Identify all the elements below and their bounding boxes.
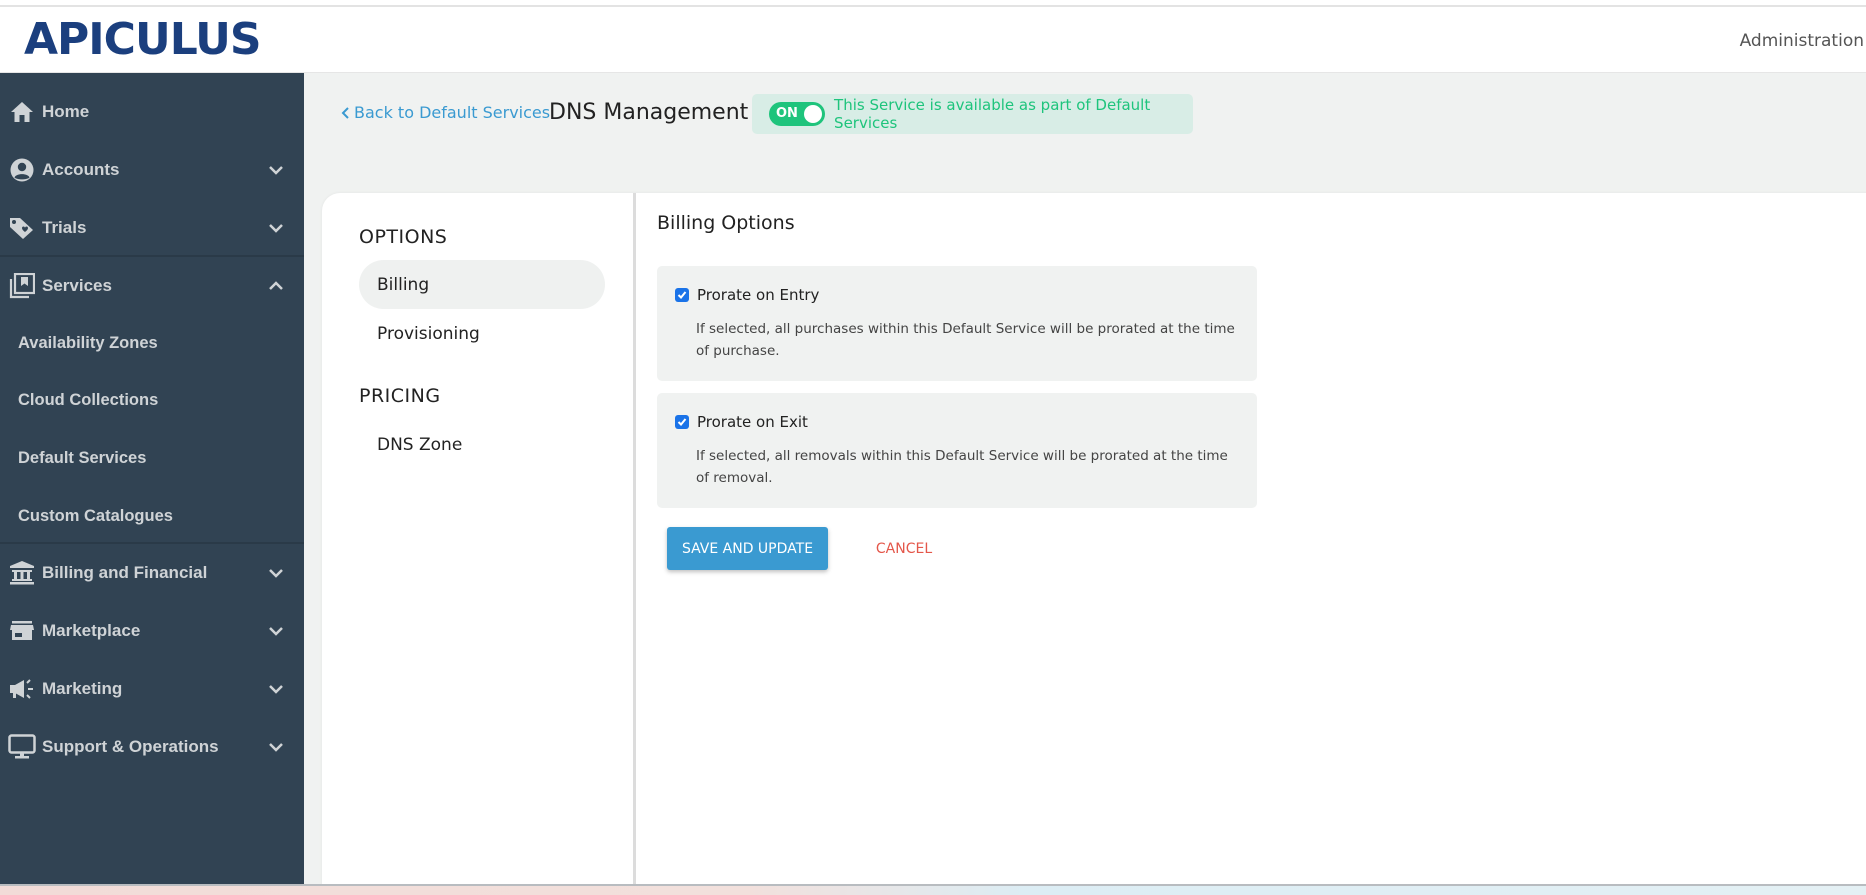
checkmark-icon [677,291,687,299]
prorate-on-exit-description: If selected, all removals within this De… [696,448,1228,486]
save-and-update-button[interactable]: SAVE AND UPDATE [667,527,828,570]
prorate-on-entry-option: Prorate on Entry If selected, all purcha… [657,266,1257,381]
tag-heart-icon [8,214,36,242]
sidebar-item-services[interactable]: Services [0,257,304,315]
sidebar-item-billing-and-financial[interactable]: Billing and Financial [0,544,304,602]
sidebar-item-label: Marketplace [42,621,141,640]
apiculus-logo[interactable]: APICULUS [24,17,262,63]
billing-options-title: Billing Options [657,212,795,234]
options-panel: OPTIONS Billing Provisioning PRICING DNS… [322,193,636,893]
os-taskbar-strip [0,884,1866,895]
checkmark-icon [677,418,687,426]
sidebar-item-label: Services [42,276,112,295]
back-link-label: Back to Default Services [354,103,551,122]
sidebar-item-label: Support & Operations [42,737,219,756]
back-to-default-services-link[interactable]: Back to Default Services [340,103,550,122]
chevron-down-icon [269,743,283,752]
toggle-label: ON [776,106,798,121]
chevron-down-icon [269,569,283,578]
window-top-border [0,0,1866,7]
megaphone-icon [8,675,36,703]
prorate-on-entry-description: If selected, all purchases within this D… [696,321,1235,359]
sidebar-subitem-availability-zones[interactable]: Availability Zones [18,334,158,353]
sidebar-item-marketplace[interactable]: Marketplace [0,602,304,660]
cancel-button[interactable]: CANCEL [859,527,949,570]
sidebar-item-accounts[interactable]: Accounts [0,141,304,199]
service-availability-toggle[interactable]: ON [769,102,826,126]
store-icon [8,617,36,645]
sidebar-item-label: Home [42,102,90,121]
options-item-billing[interactable]: Billing [359,260,605,309]
sidebar-item-label: Billing and Financial [42,563,208,582]
prorate-on-entry-label[interactable]: Prorate on Entry [697,286,819,304]
bank-icon [8,559,36,587]
main-content: Back to Default Services DNS Management … [304,73,1866,893]
service-availability-banner: ON This Service is available as part of … [752,94,1193,134]
prorate-on-exit-checkbox[interactable] [675,415,689,429]
service-settings-card: OPTIONS Billing Provisioning PRICING DNS… [322,193,1866,893]
prorate-on-entry-checkbox[interactable] [675,288,689,302]
chevron-down-icon [269,685,283,694]
pricing-item-dns-zone[interactable]: DNS Zone [359,420,605,469]
chevron-up-icon [269,281,283,290]
chevron-down-icon [269,166,283,175]
prorate-on-exit-option: Prorate on Exit If selected, all removal… [657,393,1257,508]
sidebar-item-label: Marketing [42,679,123,698]
sidebar-item-trials[interactable]: Trials [0,199,304,257]
chevron-down-icon [269,224,283,233]
options-item-provisioning[interactable]: Provisioning [359,309,605,358]
section-title-options: OPTIONS [359,226,448,248]
sidebar-item-label: Accounts [42,160,120,179]
chevron-down-icon [269,627,283,636]
sidebar-item-marketing[interactable]: Marketing [0,660,304,718]
sidebar-subitem-default-services[interactable]: Default Services [18,449,146,468]
app-header: APICULUS Administration [0,7,1866,73]
chevron-left-icon [341,106,349,119]
status-text: This Service is available as part of Def… [834,96,1151,132]
billing-options-panel: Billing Options Prorate on Entry If sele… [639,193,1866,893]
page-title: DNS Management [549,100,749,125]
sidebar-item-home[interactable]: Home [0,83,304,141]
toggle-knob [804,105,823,123]
collections-icon [8,272,36,300]
user-circle-icon [8,156,36,184]
sidebar-subitem-custom-catalogues[interactable]: Custom Catalogues [18,507,173,526]
section-title-pricing: PRICING [359,385,441,407]
monitor-icon [8,733,36,761]
sidebar-item-label: Trials [42,218,87,237]
sidebar-item-support-operations[interactable]: Support & Operations [0,718,304,776]
administration-menu[interactable]: Administration [1740,31,1864,51]
home-icon [8,98,36,126]
prorate-on-exit-label[interactable]: Prorate on Exit [697,413,808,431]
sidebar-subitem-cloud-collections[interactable]: Cloud Collections [18,391,158,410]
sidebar: Home Accounts Trials Services Availabili… [0,73,304,884]
